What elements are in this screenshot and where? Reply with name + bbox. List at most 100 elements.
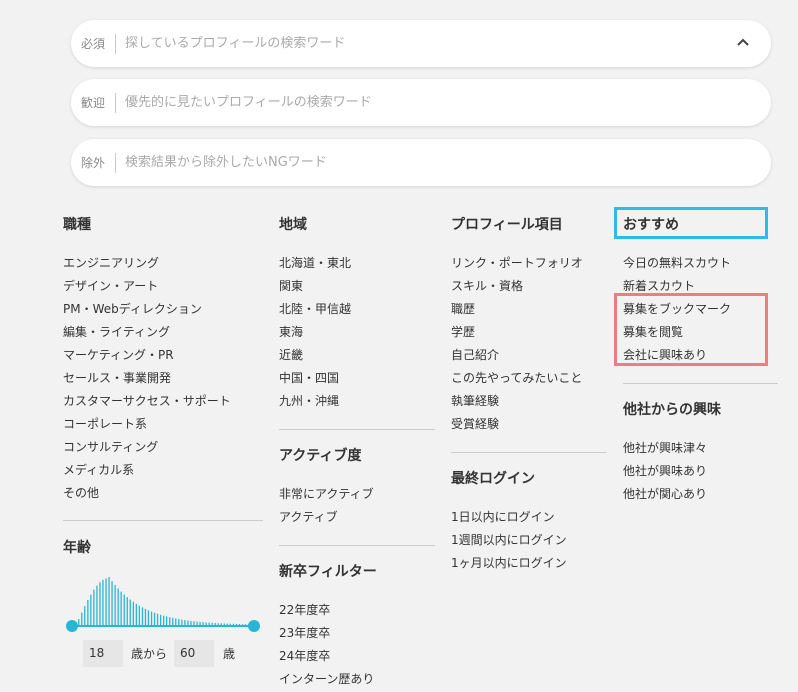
histogram-bar xyxy=(111,581,113,626)
job-item[interactable]: 編集・ライティング xyxy=(63,321,231,344)
histogram-bar xyxy=(87,600,89,626)
activity-title: アクティブ度 xyxy=(279,448,362,464)
region-list: 北海道・東北 関東 北陸・甲信越 東海 近畿 中国・四国 九州・沖縄 xyxy=(279,252,351,413)
histogram-bar xyxy=(123,594,125,626)
job-item[interactable]: コンサルティング xyxy=(63,436,231,459)
search-welcome-tag: 歓迎 xyxy=(71,92,116,113)
divider xyxy=(451,452,607,453)
histogram-bar xyxy=(163,615,165,626)
histogram-bar xyxy=(84,606,86,626)
interest-section: 他社からの興味 他社が興味津々 他社が興味あり 他社が関心あり xyxy=(623,400,721,506)
region-item[interactable]: 東海 xyxy=(279,321,351,344)
age-slider-min-handle[interactable] xyxy=(66,620,78,632)
search-required-row[interactable]: 必須 xyxy=(71,20,771,67)
search-welcome-input[interactable] xyxy=(125,95,685,110)
job-item[interactable]: マーケティング・PR xyxy=(63,344,231,367)
histogram-bar xyxy=(144,608,147,626)
login-item[interactable]: 1日以内にログイン xyxy=(451,506,567,529)
profile-item[interactable]: 学歴 xyxy=(451,321,583,344)
search-exclude-row[interactable]: 除外 xyxy=(71,139,771,186)
histogram-bar xyxy=(93,589,95,626)
job-list: エンジニアリング デザイン・アート PM・Webディレクション 編集・ライティン… xyxy=(63,252,231,505)
region-item[interactable]: 北海道・東北 xyxy=(279,252,351,275)
graduate-item[interactable]: 24年度卒 xyxy=(279,645,377,668)
divider xyxy=(279,545,435,546)
profile-item[interactable]: 自己紹介 xyxy=(451,344,583,367)
interest-title: 他社からの興味 xyxy=(623,402,721,418)
login-item[interactable]: 1ヶ月以内にログイン xyxy=(451,552,567,575)
region-item[interactable]: 中国・四国 xyxy=(279,367,351,390)
profile-item[interactable]: 受賞経験 xyxy=(451,413,583,436)
region-item[interactable]: 北陸・甲信越 xyxy=(279,298,351,321)
job-item[interactable]: その他 xyxy=(63,482,231,505)
job-item[interactable]: コーポレート系 xyxy=(63,413,231,436)
profile-title: プロフィール項目 xyxy=(451,217,563,233)
histogram-bar xyxy=(153,612,156,626)
interest-item[interactable]: 他社が興味津々 xyxy=(623,437,721,460)
histogram-bar xyxy=(90,594,92,626)
age-slider-max-handle[interactable] xyxy=(248,620,260,632)
graduate-item[interactable]: 23年度卒 xyxy=(279,622,377,645)
histogram-bar xyxy=(99,582,101,626)
region-item[interactable]: 九州・沖縄 xyxy=(279,390,351,413)
histogram-bar xyxy=(132,601,134,626)
histogram-bar xyxy=(147,610,150,626)
job-item[interactable]: エンジニアリング xyxy=(63,252,231,275)
region-title: 地域 xyxy=(279,217,307,233)
histogram-bar xyxy=(172,617,174,626)
histogram-bar xyxy=(166,616,168,626)
profile-item[interactable]: 執筆経験 xyxy=(451,390,583,413)
interest-list: 他社が興味津々 他社が興味あり 他社が関心あり xyxy=(623,437,721,506)
divider xyxy=(623,383,778,384)
histogram-bar xyxy=(169,617,171,626)
profile-list: リンク・ポートフォリオ スキル・資格 職歴 学歴 自己紹介 この先やってみたいこ… xyxy=(451,252,583,436)
graduate-item[interactable]: インターン歴あり xyxy=(279,668,377,691)
login-item[interactable]: 1週間以内にログイン xyxy=(451,529,567,552)
job-item[interactable]: PM・Webディレクション xyxy=(63,298,231,321)
chevron-up-icon[interactable] xyxy=(735,34,751,50)
highlight-box-blue xyxy=(614,207,768,239)
search-exclude-tag: 除外 xyxy=(71,152,116,173)
job-item[interactable]: カスタマーサクセス・サポート xyxy=(63,390,231,413)
profile-item[interactable]: リンク・ポートフォリオ xyxy=(451,252,583,275)
histogram-bar xyxy=(78,619,80,626)
recommend-item[interactable]: 今日の無料スカウト xyxy=(623,252,731,275)
profile-item[interactable]: 職歴 xyxy=(451,298,583,321)
profile-item[interactable]: この先やってみたいこと xyxy=(451,367,583,390)
search-exclude-input[interactable] xyxy=(125,155,685,170)
region-item[interactable]: 近畿 xyxy=(279,344,351,367)
profile-item[interactable]: スキル・資格 xyxy=(451,275,583,298)
histogram-bar xyxy=(178,619,180,626)
job-item[interactable]: メディカル系 xyxy=(63,459,231,482)
activity-list: 非常にアクティブ アクティブ xyxy=(279,483,374,529)
histogram-bar xyxy=(105,578,107,626)
job-item[interactable]: セールス・事業開発 xyxy=(63,367,231,390)
region-section: 地域 北海道・東北 関東 北陸・甲信越 東海 近畿 中国・四国 九州・沖縄 xyxy=(279,215,351,413)
age-max-input[interactable]: 60 xyxy=(174,640,214,667)
histogram-bar xyxy=(175,618,177,626)
age-unit-label: 歳 xyxy=(223,647,236,661)
login-section: 最終ログイン 1日以内にログイン 1週間以内にログイン 1ヶ月以内にログイン xyxy=(451,469,567,575)
activity-item[interactable]: 非常にアクティブ xyxy=(279,483,374,506)
histogram-bar xyxy=(156,613,159,626)
age-min-input[interactable]: 18 xyxy=(83,640,123,667)
histogram-bar xyxy=(108,577,110,626)
profile-section: プロフィール項目 リンク・ポートフォリオ スキル・資格 職歴 学歴 自己紹介 こ… xyxy=(451,215,583,436)
job-section: 職種 エンジニアリング デザイン・アート PM・Webディレクション 編集・ライ… xyxy=(63,215,231,505)
activity-section: アクティブ度 非常にアクティブ アクティブ xyxy=(279,446,374,529)
search-required-input[interactable] xyxy=(125,36,685,51)
graduate-item[interactable]: 22年度卒 xyxy=(279,599,377,622)
histogram-bar xyxy=(102,579,104,626)
histogram-bar xyxy=(120,591,122,626)
search-welcome-row[interactable]: 歓迎 xyxy=(71,79,771,126)
job-item[interactable]: デザイン・アート xyxy=(63,275,231,298)
divider xyxy=(279,429,435,430)
histogram-bar xyxy=(138,605,140,626)
region-item[interactable]: 関東 xyxy=(279,275,351,298)
interest-item[interactable]: 他社が関心あり xyxy=(623,483,721,506)
histogram-bar xyxy=(96,585,98,626)
activity-item[interactable]: アクティブ xyxy=(279,506,374,529)
interest-item[interactable]: 他社が興味あり xyxy=(623,460,721,483)
login-title: 最終ログイン xyxy=(451,471,535,487)
age-title: 年齢 xyxy=(63,540,91,556)
